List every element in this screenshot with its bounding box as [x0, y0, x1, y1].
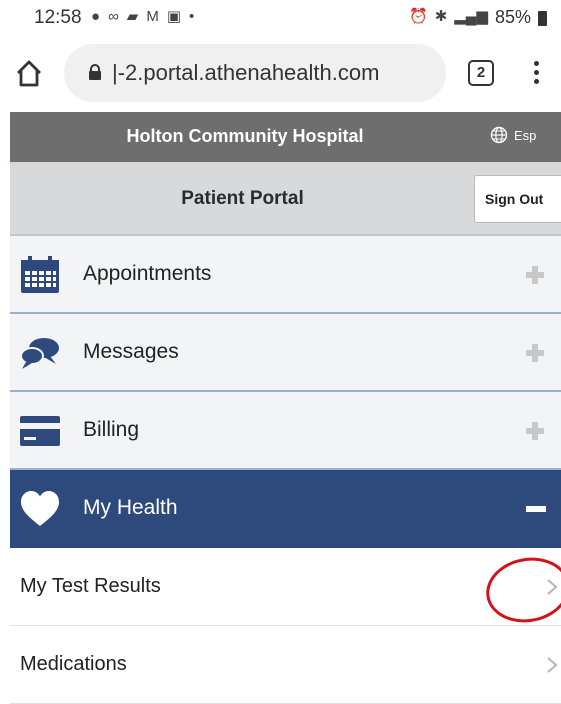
hospital-header: Holton Community Hospital Esp	[10, 112, 561, 162]
language-toggle[interactable]: Esp	[490, 126, 536, 144]
heart-icon	[21, 491, 59, 526]
browser-menu-icon[interactable]	[526, 58, 546, 90]
system-status: ⏰ ✱ ▂▄▆ 85%	[409, 8, 547, 26]
more-dot-icon: •	[189, 8, 195, 25]
page-title: Patient Portal	[181, 188, 304, 209]
status-time: 12:58	[34, 7, 82, 28]
nav-item-appointments[interactable]: Appointments	[10, 236, 561, 314]
url-text: |-2.portal.athenahealth.com	[112, 60, 380, 85]
globe-icon	[490, 126, 508, 144]
list-item-label: Medications	[20, 653, 127, 675]
browser-toolbar: |-2.portal.athenahealth.com 2	[0, 36, 561, 112]
facebook-icon: ●	[91, 8, 101, 25]
chat-bubbles-icon	[20, 338, 59, 369]
nav-label-my-health: My Health	[83, 496, 178, 519]
nav-item-billing[interactable]: Billing	[10, 392, 561, 470]
collapse-minus-icon[interactable]	[526, 506, 546, 512]
notification-icons: ● ∞ ▰ M ▣ •	[91, 8, 194, 26]
portal-header: Patient Portal Sign Out	[10, 162, 561, 236]
lock-icon	[89, 64, 101, 80]
battery-percent: 85%	[494, 7, 531, 27]
expand-plus-icon[interactable]	[526, 422, 544, 440]
alarm-icon: ⏰	[409, 8, 428, 25]
list-item-medications[interactable]: Medications	[10, 626, 561, 704]
nav-item-my-health[interactable]: My Health	[10, 470, 561, 548]
nav-label-billing: Billing	[83, 418, 140, 441]
tab-switcher-button[interactable]: 2	[468, 60, 494, 86]
nav-label-messages: Messages	[83, 340, 179, 363]
bluetooth-icon: ✱	[434, 8, 448, 25]
image-icon: ▣	[166, 8, 181, 25]
gmail-icon: M	[146, 8, 159, 25]
hospital-name: Holton Community Hospital	[126, 126, 364, 146]
expand-plus-icon[interactable]	[526, 266, 544, 284]
sign-out-button[interactable]: Sign Out	[474, 175, 561, 223]
language-label: Esp	[514, 127, 537, 143]
status-bar: 12:58 ● ∞ ▰ M ▣ • ⏰ ✱ ▂▄▆ 85%	[0, 0, 561, 36]
voicemail-icon: ∞	[108, 8, 119, 25]
list-item-my-test-results[interactable]: My Test Results	[10, 548, 561, 626]
expand-plus-icon[interactable]	[526, 344, 544, 362]
nav-item-messages[interactable]: Messages	[10, 314, 561, 392]
chat-icon: ▰	[126, 8, 139, 25]
nav-label-appointments: Appointments	[83, 262, 212, 285]
address-bar[interactable]: |-2.portal.athenahealth.com	[64, 44, 446, 102]
battery-icon	[538, 10, 547, 26]
home-icon[interactable]	[14, 58, 44, 88]
chevron-right-icon	[547, 657, 558, 673]
calendar-icon	[21, 256, 59, 293]
list-item-label: My Test Results	[20, 575, 161, 597]
signal-icon: ▂▄▆	[454, 8, 488, 25]
credit-card-icon	[20, 416, 60, 446]
